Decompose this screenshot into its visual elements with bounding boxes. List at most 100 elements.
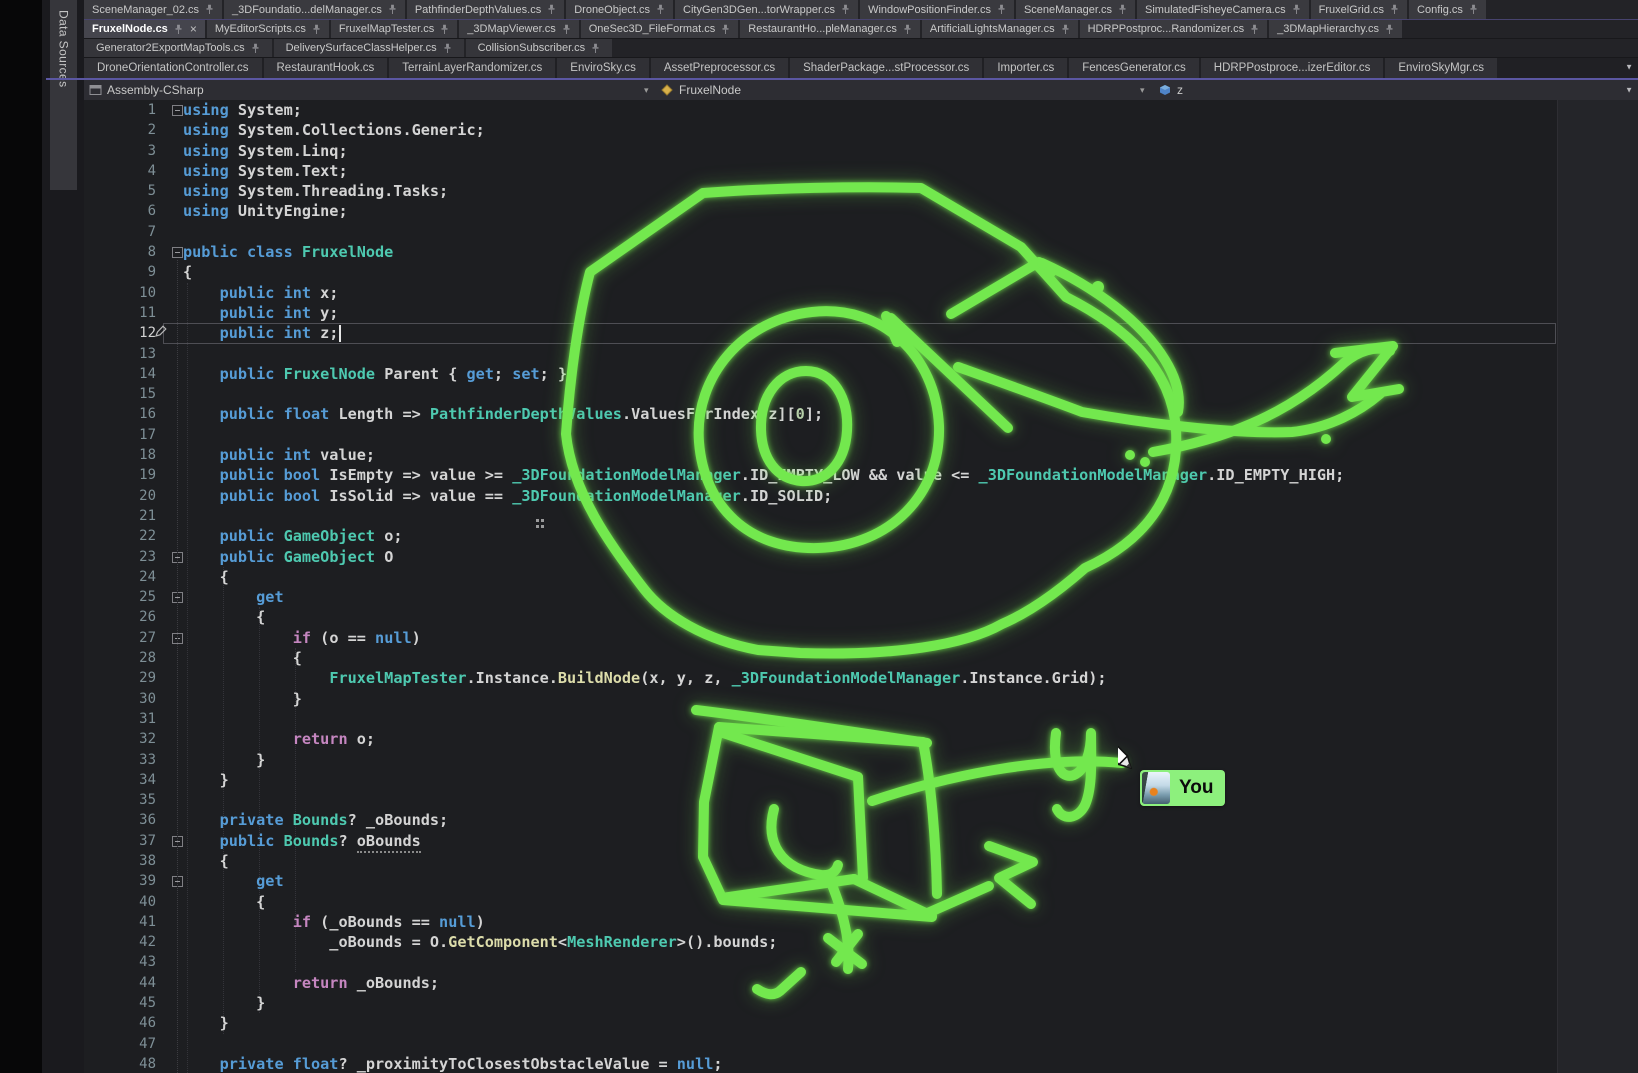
tab-citygen3dgen-torwrapper-cs[interactable]: CityGen3DGen...torWrapper.cs [675, 0, 858, 19]
code-line: { [183, 851, 1638, 871]
tab-scenemanager-cs[interactable]: SceneManager.cs [1016, 0, 1135, 19]
tab-shaderpackage-stprocessor-cs[interactable]: ShaderPackage...stProcessor.cs [790, 58, 982, 78]
tab-label: FruxelMapTester.cs [339, 23, 434, 35]
pinned-tab-row-3: Generator2ExportMapTools.cs DeliverySurfa… [84, 39, 1638, 57]
line-number: 35 [84, 790, 156, 810]
line-number: 33 [84, 750, 156, 770]
tab-pathfinderdepthvalues-cs[interactable]: PathfinderDepthValues.cs [407, 0, 564, 19]
code-line [183, 1034, 1638, 1054]
pin-icon[interactable] [1385, 24, 1394, 35]
tab-droneobject-cs[interactable]: DroneObject.cs [566, 0, 673, 19]
code-line: if (_oBounds == null) [183, 912, 1638, 932]
tab-label: DroneOrientationController.cs [97, 62, 249, 74]
tab-droneorientationcontroller-cs[interactable]: DroneOrientationController.cs [84, 58, 262, 78]
code-line: using System.Text; [183, 161, 1638, 181]
tab-fruxelnode-cs[interactable]: FruxelNode.cs× [84, 20, 205, 38]
pin-icon[interactable] [562, 24, 571, 35]
pin-icon[interactable] [388, 4, 397, 15]
close-tab-icon[interactable]: × [190, 22, 197, 36]
tab-overflow-icon[interactable]: ▼ [1625, 63, 1633, 72]
pin-icon[interactable] [443, 43, 452, 54]
tab-collisionsubscriber-cs[interactable]: CollisionSubscriber.cs [466, 39, 613, 57]
pin-icon[interactable] [841, 4, 850, 15]
pin-icon[interactable] [656, 4, 665, 15]
pin-icon[interactable] [1250, 24, 1259, 35]
pin-icon[interactable] [997, 4, 1006, 15]
pin-icon[interactable] [721, 24, 730, 35]
pin-icon[interactable] [547, 4, 556, 15]
tab-label: CityGen3DGen...torWrapper.cs [683, 4, 835, 16]
pin-icon[interactable] [312, 24, 321, 35]
code-line: public int value; [183, 445, 1638, 465]
tab-enviroskymgr-cs[interactable]: EnviroSkyMgr.cs [1385, 58, 1497, 78]
pin-icon[interactable] [1292, 4, 1301, 15]
tab-hdrppostproce-izereditor-cs[interactable]: HDRPPostproce...izerEditor.cs [1201, 58, 1384, 78]
tab-artificiallightsmanager-cs[interactable]: ArtificialLightsManager.cs [922, 20, 1078, 38]
line-number: 26 [84, 607, 156, 627]
line-number: 31 [84, 709, 156, 729]
tab-assetpreprocessor-cs[interactable]: AssetPreprocessor.cs [651, 58, 788, 78]
code-line: public int z; [183, 323, 1638, 343]
tab-fencesgenerator-cs[interactable]: FencesGenerator.cs [1069, 58, 1199, 78]
line-number: 32 [84, 729, 156, 749]
tab-config-cs[interactable]: Config.cs [1409, 0, 1486, 19]
tab-fruxelgrid-cs[interactable]: FruxelGrid.cs [1311, 0, 1407, 19]
tab-restaurantho-plemanager-cs[interactable]: RestaurantHo...pleManager.cs [740, 20, 920, 38]
tab-generator2exportmaptools-cs[interactable]: Generator2ExportMapTools.cs [84, 39, 272, 57]
line-number: 3 [84, 141, 156, 161]
pin-icon[interactable] [1061, 24, 1070, 35]
breadcrumb-class[interactable]: FruxelNode [660, 80, 741, 100]
tab--3dfoundatio-delmanager-cs[interactable]: _3DFoundatio...delManager.cs [224, 0, 405, 19]
pin-icon[interactable] [174, 24, 183, 35]
tab-envirosky-cs[interactable]: EnviroSky.cs [557, 58, 649, 78]
line-number: 43 [84, 952, 156, 972]
tab-restauranthook-cs[interactable]: RestaurantHook.cs [264, 58, 388, 78]
line-number: 15 [84, 384, 156, 404]
code-line: return o; [183, 729, 1638, 749]
tab-label: Generator2ExportMapTools.cs [96, 42, 245, 54]
breadcrumb-project[interactable]: Assembly-CSharp [89, 80, 204, 100]
line-number: 40 [84, 892, 156, 912]
tab-fruxelmaptester-cs[interactable]: FruxelMapTester.cs [331, 20, 457, 38]
pin-icon[interactable] [251, 43, 260, 54]
pin-icon[interactable] [1469, 4, 1478, 15]
code-text[interactable]: using System;using System.Collections.Ge… [183, 100, 1638, 1073]
pin-icon[interactable] [1390, 4, 1399, 15]
tab-myeditorscripts-cs[interactable]: MyEditorScripts.cs [207, 20, 329, 38]
tab-importer-cs[interactable]: Importer.cs [984, 58, 1067, 78]
breadcrumb-dropdown-icon[interactable]: ▾ [644, 80, 649, 100]
line-number: 25 [84, 587, 156, 607]
code-editor[interactable]: 1234567891011121314151617181920212223242… [84, 100, 1638, 1073]
scrollbar-area[interactable] [1557, 100, 1638, 1073]
tab-label: DroneObject.cs [574, 4, 650, 16]
breadcrumb-overflow-icon[interactable]: ▼ [1625, 86, 1633, 95]
tab-windowpositionfinder-cs[interactable]: WindowPositionFinder.cs [860, 0, 1014, 19]
pin-icon[interactable] [205, 4, 214, 15]
fold-collapse-icon[interactable] [172, 105, 183, 116]
pin-icon[interactable] [903, 24, 912, 35]
breadcrumb-member[interactable]: z [1158, 80, 1183, 100]
tab-simulatedfisheyecamera-cs[interactable]: SimulatedFisheyeCamera.cs [1137, 0, 1309, 19]
line-number: 29 [84, 668, 156, 688]
code-line: public bool IsEmpty => value >= _3DFound… [183, 465, 1638, 485]
line-number: 1 [84, 100, 156, 120]
pin-icon[interactable] [440, 24, 449, 35]
breadcrumb-member-dropdown-icon[interactable]: ▾ [1140, 80, 1145, 100]
tab-onesec3d-fileformat-cs[interactable]: OneSec3D_FileFormat.cs [581, 20, 739, 38]
fold-collapse-icon[interactable] [172, 247, 183, 258]
tab-hdrppostproc-randomizer-cs[interactable]: HDRPPostproc...Randomizer.cs [1080, 20, 1268, 38]
tab-label: _3DMapViewer.cs [467, 23, 555, 35]
tab-deliverysurfaceclasshelper-cs[interactable]: DeliverySurfaceClassHelper.cs [274, 39, 464, 57]
code-line: { [183, 262, 1638, 282]
line-number: 9 [84, 262, 156, 282]
line-number: 7 [84, 222, 156, 242]
pin-icon[interactable] [1118, 4, 1127, 15]
tab--3dmaphierarchy-cs[interactable]: _3DMapHierarchy.cs [1269, 20, 1402, 38]
tab-terrainlayerrandomizer-cs[interactable]: TerrainLayerRandomizer.cs [389, 58, 555, 78]
tab-label: Importer.cs [997, 62, 1054, 74]
pin-icon[interactable] [591, 43, 600, 54]
tab-scenemanager-02-cs[interactable]: SceneManager_02.cs [84, 0, 222, 19]
tab-label: HDRPPostproce...izerEditor.cs [1214, 62, 1371, 74]
data-sources-vertical-tab[interactable]: Data Sources [50, 0, 77, 190]
tab--3dmapviewer-cs[interactable]: _3DMapViewer.cs [459, 20, 578, 38]
